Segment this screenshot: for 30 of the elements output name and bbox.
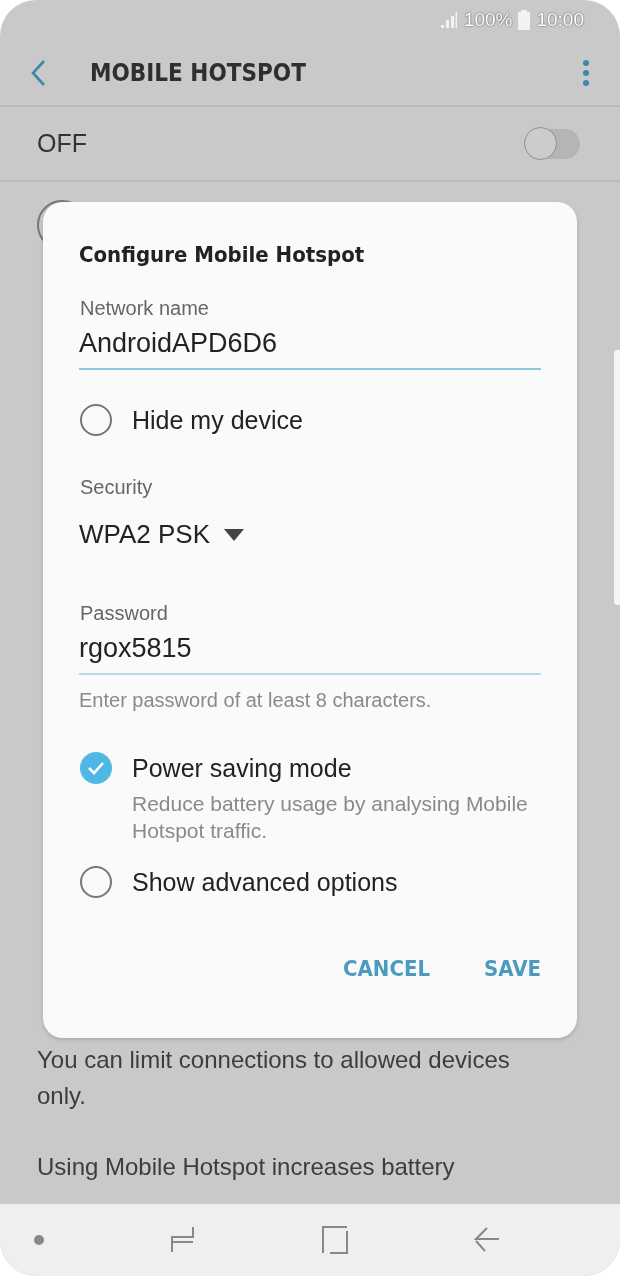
back-button[interactable] <box>30 58 46 87</box>
field-label: Security <box>80 476 154 499</box>
back-nav-button[interactable] <box>474 1226 500 1254</box>
checkmark-icon <box>87 761 105 775</box>
advanced-options-option[interactable]: Show advanced options <box>79 866 541 898</box>
option-description: Reduce battery usage by analysing Mobile Hotspot traffic. <box>132 791 529 844</box>
home-button[interactable] <box>322 1226 348 1254</box>
network-name-field[interactable]: AndroidAPD6D6 <box>79 324 541 370</box>
field-label: Network name <box>80 297 210 320</box>
more-options-icon[interactable] <box>582 58 590 87</box>
radio-icon[interactable] <box>80 404 112 436</box>
radio-icon[interactable] <box>80 866 112 898</box>
battery-icon <box>518 10 531 30</box>
switch-label: OFF <box>37 129 88 158</box>
signal-icon <box>439 11 458 29</box>
dropdown-caret-icon <box>224 528 244 541</box>
hotspot-switch[interactable] <box>526 128 580 159</box>
power-saving-option[interactable]: Power saving mode <box>79 752 541 784</box>
hide-device-option[interactable]: Hide my device <box>79 404 541 436</box>
password-hint: Enter password of at least 8 characters. <box>79 689 433 712</box>
checkbox[interactable] <box>80 752 112 784</box>
info-text: Using Mobile Hotspot increases battery <box>37 1152 456 1182</box>
password-field[interactable]: rgox5815 <box>79 629 541 675</box>
screen-title: MOBILE HOTSPOT <box>90 58 307 87</box>
dialog-title: Configure Mobile Hotspot <box>79 242 366 267</box>
security-dropdown[interactable]: WPA2 PSK <box>79 519 541 550</box>
field-label: Password <box>80 602 169 625</box>
recents-button[interactable] <box>170 1226 196 1254</box>
dot-icon <box>34 1235 44 1245</box>
info-text: You can limit connections to allowed devices only. <box>37 1045 511 1111</box>
